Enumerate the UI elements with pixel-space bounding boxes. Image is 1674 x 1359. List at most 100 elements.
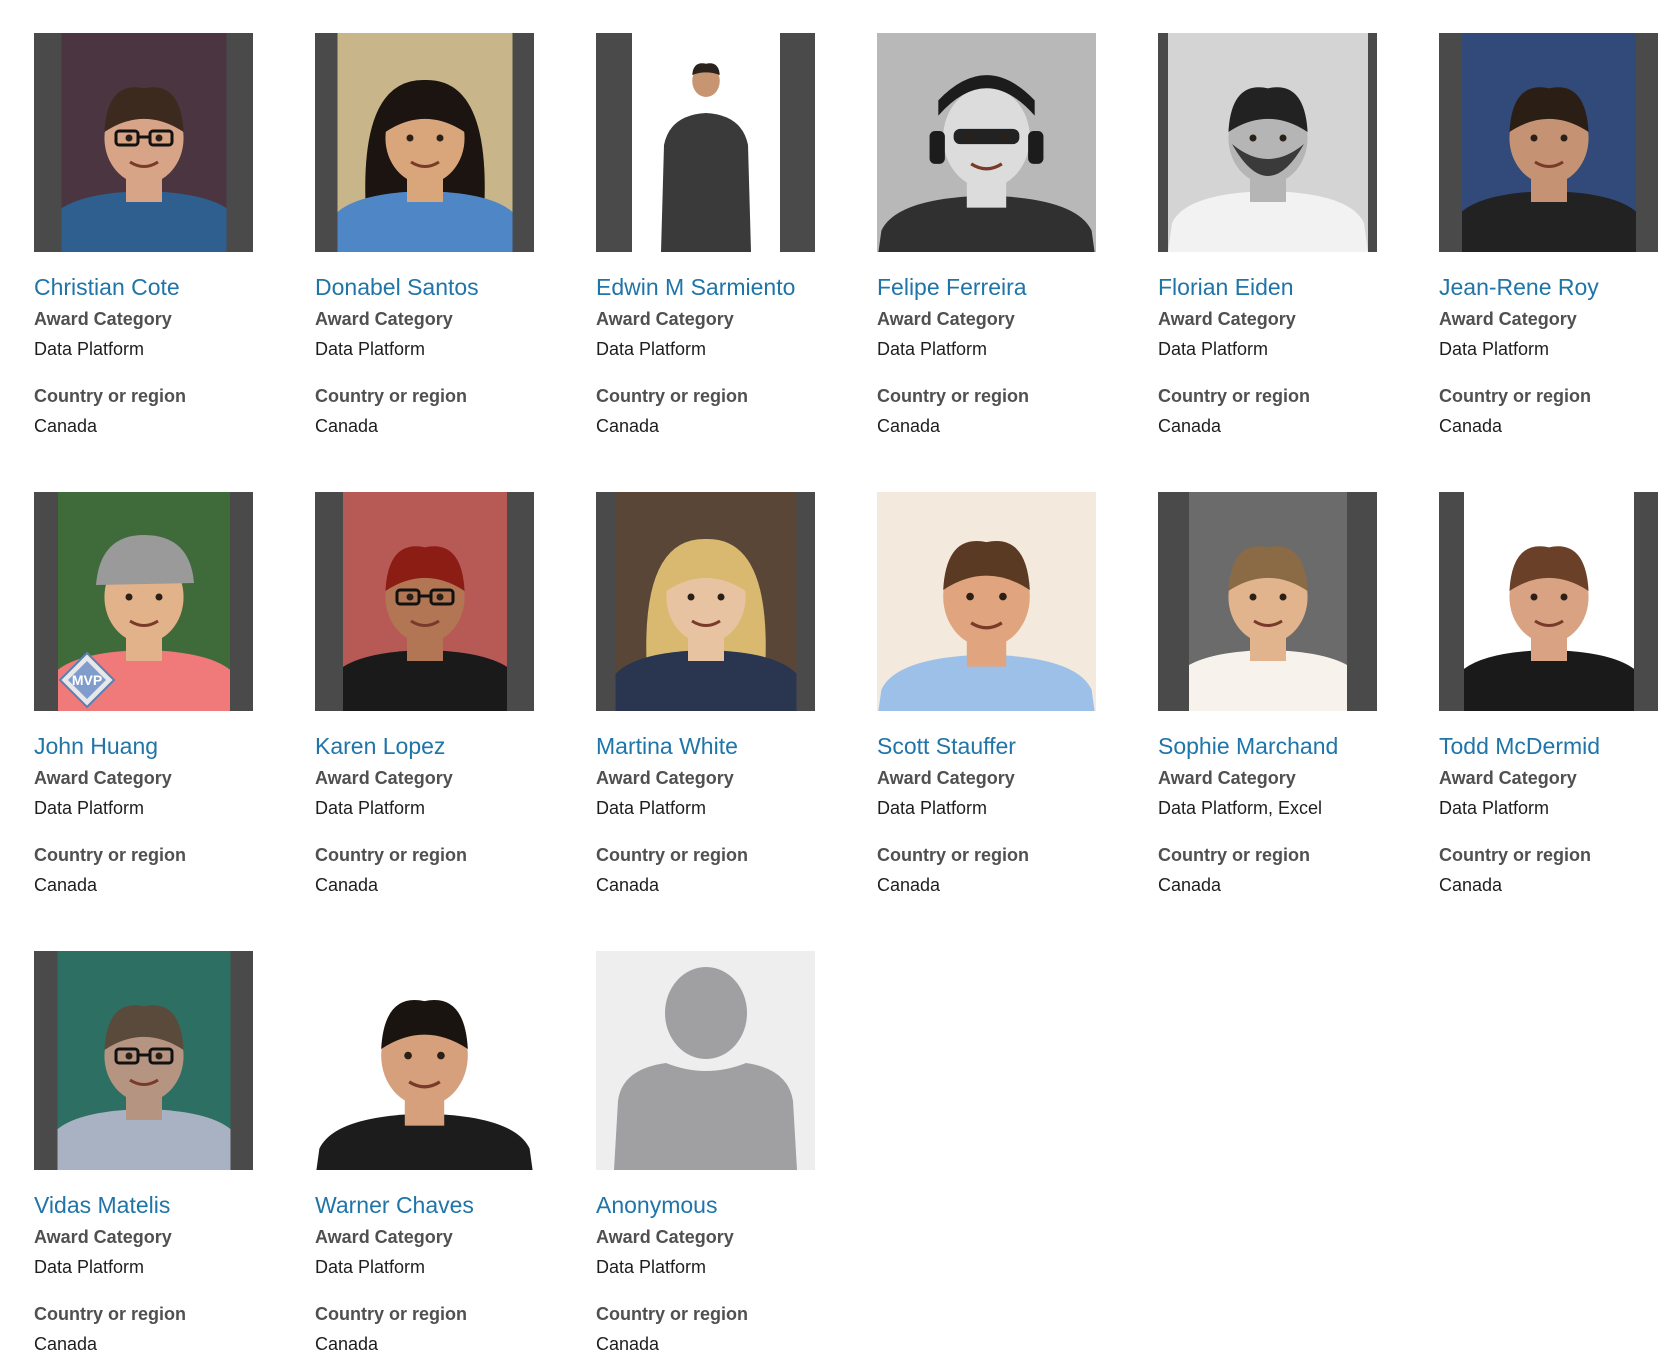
profile-card: Todd McDermid Award Category Data Platform… [1439, 492, 1669, 898]
profile-name-link[interactable]: Karen Lopez [315, 731, 545, 761]
country-region-value: Canada [315, 416, 379, 436]
profile-name-link[interactable]: Warner Chaves [315, 1190, 545, 1220]
profile-photo[interactable] [877, 492, 1096, 711]
award-category-label: Award Category [877, 768, 1015, 788]
profile-card: Sophie Marchand Award Category Data Platfo… [1158, 492, 1388, 898]
profile-photo[interactable] [596, 492, 815, 711]
profile-name-link[interactable]: Jean-Rene Roy [1439, 272, 1669, 302]
award-category-label: Award Category [315, 309, 453, 329]
profile-grid: Christian Cote Award Category Data Platfor… [0, 0, 1674, 1359]
country-region-label: Country or region [315, 1304, 467, 1324]
profile-photo[interactable] [315, 33, 534, 252]
profile-name-link[interactable]: Felipe Ferreira [877, 272, 1107, 302]
country-region-value: Canada [596, 875, 660, 895]
award-category-label: Award Category [877, 309, 1015, 329]
award-category-value: Data Platform [877, 339, 988, 359]
profile-photo[interactable] [877, 33, 1096, 252]
award-category-label: Award Category [315, 1227, 453, 1247]
award-category-value: Data Platform, Excel [1158, 798, 1323, 818]
profile-card: Edwin M Sarmiento Award Category Data Plat… [596, 33, 826, 439]
country-region-label: Country or region [877, 845, 1029, 865]
award-category-value: Data Platform [1158, 339, 1269, 359]
profile-card: Florian Eiden Award Category Data Platform… [1158, 33, 1388, 439]
country-region-value: Canada [1158, 416, 1222, 436]
award-category-value: Data Platform [1439, 339, 1550, 359]
award-category-value: Data Platform [315, 798, 426, 818]
country-region-label: Country or region [315, 845, 467, 865]
profile-photo[interactable]: MVP [34, 492, 253, 711]
profile-photo[interactable] [34, 951, 253, 1170]
award-category-value: Data Platform [1439, 798, 1550, 818]
profile-photo[interactable] [315, 492, 534, 711]
profile-name-link[interactable]: Florian Eiden [1158, 272, 1388, 302]
country-region-label: Country or region [34, 386, 186, 406]
profile-photo[interactable] [596, 33, 815, 252]
country-region-label: Country or region [596, 1304, 748, 1324]
country-region-label: Country or region [1439, 386, 1591, 406]
award-category-value: Data Platform [596, 798, 707, 818]
award-category-label: Award Category [596, 309, 734, 329]
country-region-value: Canada [877, 416, 941, 436]
award-category-label: Award Category [1439, 309, 1577, 329]
profile-card: Anonymous Award Category Data Platform Coun… [596, 951, 826, 1357]
country-region-label: Country or region [596, 845, 748, 865]
profile-name-link[interactable]: Edwin M Sarmiento [596, 272, 826, 302]
country-region-value: Canada [1158, 875, 1222, 895]
profile-card: Karen Lopez Award Category Data Platform Co… [315, 492, 545, 898]
profile-name-link[interactable]: Christian Cote [34, 272, 264, 302]
profile-name-link[interactable]: Donabel Santos [315, 272, 545, 302]
award-category-label: Award Category [315, 768, 453, 788]
award-category-value: Data Platform [315, 1257, 426, 1277]
country-region-label: Country or region [34, 845, 186, 865]
country-region-label: Country or region [877, 386, 1029, 406]
country-region-label: Country or region [315, 386, 467, 406]
profile-photo[interactable] [1439, 33, 1658, 252]
placeholder-avatar-icon[interactable] [596, 951, 815, 1170]
country-region-value: Canada [877, 875, 941, 895]
profile-card: Donabel Santos Award Category Data Platfor… [315, 33, 545, 439]
award-category-value: Data Platform [34, 798, 145, 818]
profile-card: Jean-Rene Roy Award Category Data Platform… [1439, 33, 1669, 439]
award-category-label: Award Category [596, 768, 734, 788]
profile-name-link[interactable]: John Huang [34, 731, 264, 761]
award-category-label: Award Category [596, 1227, 734, 1247]
mvp-badge-icon: MVP [58, 651, 116, 709]
profile-card: Warner Chaves Award Category Data Platform… [315, 951, 545, 1357]
profile-name-link[interactable]: Martina White [596, 731, 826, 761]
award-category-label: Award Category [34, 768, 172, 788]
country-region-value: Canada [34, 416, 98, 436]
award-category-label: Award Category [1158, 768, 1296, 788]
profile-photo[interactable] [315, 951, 534, 1170]
svg-text:MVP: MVP [72, 672, 102, 688]
country-region-label: Country or region [596, 386, 748, 406]
award-category-value: Data Platform [596, 1257, 707, 1277]
award-category-label: Award Category [1439, 768, 1577, 788]
country-region-label: Country or region [1439, 845, 1591, 865]
profile-card: Christian Cote Award Category Data Platfor… [34, 33, 264, 439]
country-region-value: Canada [315, 875, 379, 895]
profile-card: Felipe Ferreira Award Category Data Platfo… [877, 33, 1107, 439]
profile-name-link[interactable]: Todd McDermid [1439, 731, 1669, 761]
profile-name-link[interactable]: Scott Stauffer [877, 731, 1107, 761]
award-category-value: Data Platform [34, 339, 145, 359]
country-region-value: Canada [34, 875, 98, 895]
country-region-value: Canada [596, 1334, 660, 1354]
country-region-value: Canada [1439, 416, 1503, 436]
country-region-label: Country or region [1158, 845, 1310, 865]
country-region-value: Canada [315, 1334, 379, 1354]
award-category-value: Data Platform [34, 1257, 145, 1277]
award-category-label: Award Category [1158, 309, 1296, 329]
award-category-value: Data Platform [596, 339, 707, 359]
award-category-value: Data Platform [877, 798, 988, 818]
profile-name-link[interactable]: Vidas Matelis [34, 1190, 264, 1220]
country-region-value: Canada [596, 416, 660, 436]
country-region-label: Country or region [1158, 386, 1310, 406]
country-region-value: Canada [1439, 875, 1503, 895]
profile-photo[interactable] [1158, 492, 1377, 711]
profile-name-link[interactable]: Anonymous [596, 1190, 826, 1220]
profile-photo[interactable] [34, 33, 253, 252]
profile-photo[interactable] [1439, 492, 1658, 711]
country-region-label: Country or region [34, 1304, 186, 1324]
profile-photo[interactable] [1158, 33, 1377, 252]
profile-name-link[interactable]: Sophie Marchand [1158, 731, 1388, 761]
